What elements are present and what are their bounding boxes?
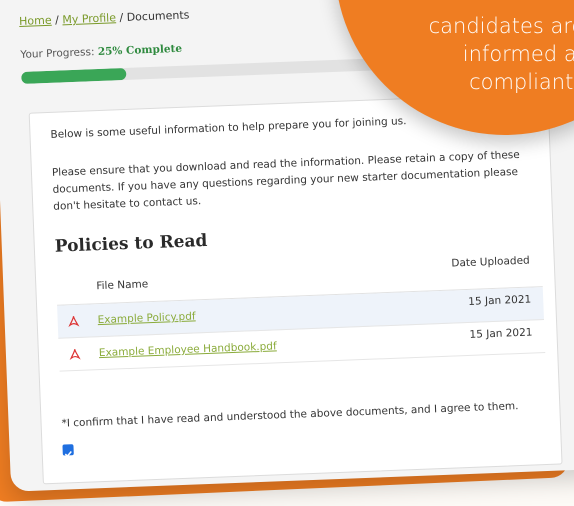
column-header-file-name: File Name — [96, 278, 149, 293]
checkmark-icon — [64, 451, 72, 458]
bubble-line: candidates are a — [428, 14, 574, 38]
confirm-text: *I confirm that I have read and understo… — [61, 400, 519, 430]
breadcrumb-separator: / — [54, 13, 60, 27]
file-date: 15 Jan 2021 — [469, 326, 533, 341]
policies-table: File Name Date Uploaded Example Policy.p… — [55, 254, 546, 372]
progress-bar-fill — [21, 67, 127, 84]
breadcrumb-profile-link[interactable]: My Profile — [62, 11, 116, 26]
breadcrumb: Home / My Profile / Documents — [19, 8, 190, 28]
documents-card: Below is some useful information to help… — [28, 92, 563, 485]
file-date: 15 Jan 2021 — [468, 293, 532, 308]
bubble-line: compliant. — [469, 70, 574, 94]
progress-value: 25% Complete — [97, 42, 183, 58]
intro-text: Below is some useful information to help… — [50, 115, 407, 141]
pdf-icon — [68, 316, 80, 328]
confirm-checkbox[interactable] — [62, 444, 74, 458]
progress-label-text: Your Progress: — [20, 46, 95, 61]
bubble-text: the candidates are a informed an complia… — [350, 2, 574, 96]
instructions-text: Please ensure that you download and read… — [51, 148, 520, 213]
breadcrumb-current: Documents — [126, 8, 190, 24]
policies-title: Policies to Read — [54, 230, 208, 257]
marketing-stage: Home / My Profile / Documents Your Progr… — [0, 0, 574, 506]
pdf-icon — [69, 349, 81, 361]
bubble-line: informed an — [462, 42, 574, 66]
bubble-line: the — [350, 0, 574, 12]
column-header-date-uploaded: Date Uploaded — [451, 254, 530, 270]
file-link[interactable]: Example Policy.pdf — [97, 310, 195, 326]
breadcrumb-separator: / — [119, 10, 124, 25]
breadcrumb-home-link[interactable]: Home — [19, 14, 52, 28]
file-link[interactable]: Example Employee Handbook.pdf — [99, 340, 277, 359]
progress-label: Your Progress: 25% Complete — [20, 43, 182, 61]
